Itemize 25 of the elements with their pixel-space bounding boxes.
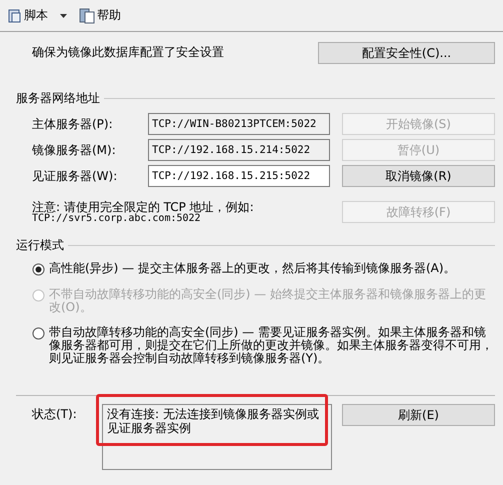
radio-button[interactable] [32, 263, 45, 276]
address-field[interactable]: TCP://WIN-B80213PTCEM:5022 [148, 113, 330, 135]
example-address: TCP://svr5.corp.abc.com:5022 [32, 213, 202, 225]
address-field[interactable]: TCP://192.168.15.215:5022 [148, 165, 330, 187]
option-label: 带自动故障转移功能的高安全(同步) — 需要见证服务器实例。如果主体服务器和镜像服务器都可用，则提交在它们上所做的更改并镜像。如果主体服务器变得不可用，则见证服务器会控制自动故障转移到镜像服务器(Y)。 [49, 326, 494, 365]
toolbar-button[interactable]: 脚本 [4, 5, 50, 26]
caret-icon[interactable] [60, 14, 67, 18]
status-text: 没有连接: 无法连接到镜像服务器实例或见证服务器实例 [107, 407, 319, 435]
action-button[interactable]: 取消镜像(R) [342, 165, 495, 187]
radio-button[interactable] [32, 327, 45, 340]
document-icon [79, 8, 95, 24]
field-label: 镜像服务器(M): [32, 142, 117, 158]
address-field[interactable]: TCP://192.168.15.214:5022 [148, 139, 330, 161]
group-title: 服务器网络地址 [16, 90, 100, 107]
status-label: 状态(T): [32, 406, 78, 423]
configure-security-button[interactable]: 配置安全性(C)... [318, 42, 495, 64]
option-label: 不带自动故障转移功能的高安全(同步) — 始终提交主体服务器和镜像服务器上的更改(O)。 [49, 288, 487, 314]
field-label: 主体服务器(P): [32, 116, 114, 132]
security-text: 确保为镜像此数据库配置了安全设置 [32, 44, 224, 61]
group-title: 运行模式 [16, 237, 64, 254]
note-text: 注意: 请使用完全限定的 TCP 地址，例如: [32, 201, 255, 213]
option-label: 高性能(异步) — 提交主体服务器上的更改，然后将其传输到镜像服务器(A)。 [49, 262, 457, 275]
toolbar-button[interactable]: 帮助 [77, 5, 123, 26]
field-label: 见证服务器(W): [32, 168, 118, 184]
refresh-button[interactable]: 刷新(E) [342, 404, 495, 426]
